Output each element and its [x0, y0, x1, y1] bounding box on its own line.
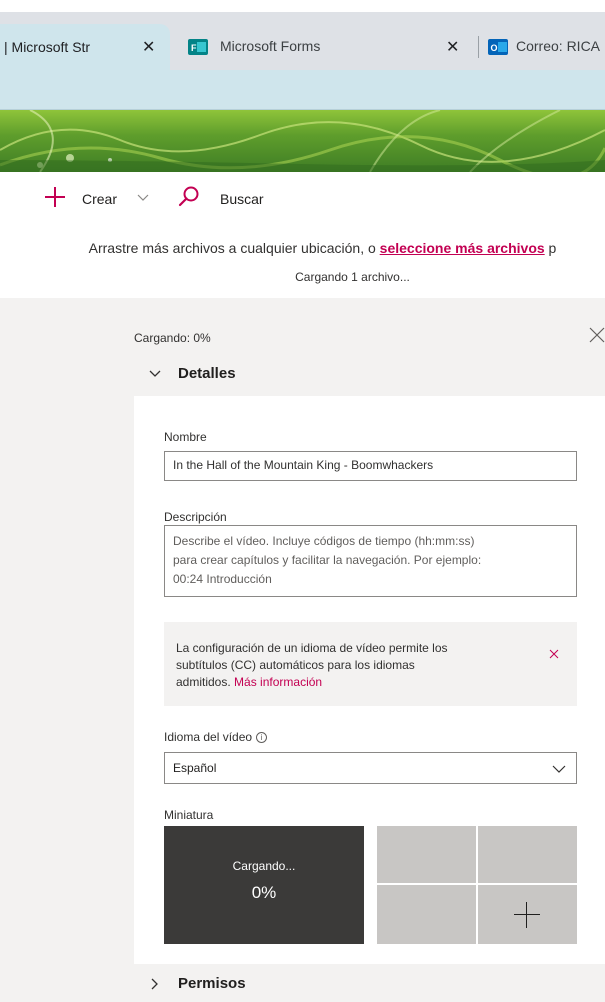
thumbnail-option[interactable] — [377, 885, 476, 944]
banner-pattern — [0, 110, 605, 172]
language-selected-value: Español — [173, 761, 217, 775]
header-banner — [0, 110, 605, 172]
more-info-link[interactable]: Más información — [234, 675, 322, 689]
tab-title: Correo: RICA — [516, 38, 601, 54]
outlook-app-icon: O — [488, 39, 508, 55]
command-toolbar: Crear Buscar — [0, 172, 605, 228]
chevron-right-icon — [148, 977, 162, 991]
description-placeholder-line: Describe el vídeo. Incluye códigos de ti… — [173, 534, 475, 548]
description-textarea[interactable]: Describe el vídeo. Incluye códigos de ti… — [164, 525, 577, 597]
notice-line: subtítulos (CC) automáticos para los idi… — [176, 658, 415, 672]
notice-text: La configuración de un idioma de vídeo p… — [176, 640, 546, 691]
forms-app-icon: F — [188, 39, 208, 55]
browser-tab-bar: | Microsoft Str ✕ F Microsoft Forms ✕ O … — [0, 12, 605, 70]
svg-text:O: O — [491, 43, 498, 53]
search-icon[interactable] — [176, 184, 202, 210]
tab-outlook-correo[interactable]: O Correo: RICA — [480, 24, 605, 70]
plus-icon[interactable] — [44, 186, 66, 208]
browser-address-bar[interactable] — [0, 70, 605, 110]
thumbnail-option[interactable] — [478, 826, 577, 883]
browser-top-strip — [0, 0, 605, 12]
search-button-label[interactable]: Buscar — [220, 191, 264, 207]
notice-line-text: admitidos. — [176, 675, 231, 689]
close-icon[interactable] — [549, 646, 559, 659]
permissions-section-label: Permisos — [178, 975, 246, 992]
name-label: Nombre — [164, 430, 207, 444]
upload-progress-label: Cargando: 0% — [134, 331, 211, 345]
notice-line: La configuración de un idioma de vídeo p… — [176, 641, 448, 655]
select-more-files-link[interactable]: seleccione más archivos — [380, 240, 545, 256]
tab-separator — [478, 36, 479, 58]
tab-microsoft-forms[interactable]: F Microsoft Forms ✕ — [176, 24, 470, 70]
chevron-down-icon[interactable] — [136, 190, 150, 204]
chevron-down-icon — [552, 763, 566, 775]
thumbnail-loading-tile: Cargando... 0% — [164, 826, 364, 944]
description-placeholder-line: 00:24 Introducción — [173, 572, 272, 586]
name-input[interactable]: In the Hall of the Mountain King - Boomw… — [164, 451, 577, 481]
notice-line-last: admitidos. Más información — [176, 674, 546, 691]
thumbnail-loading-percent: 0% — [251, 883, 277, 902]
language-notice: La configuración de un idioma de vídeo p… — [164, 622, 577, 706]
language-select[interactable]: Español — [164, 752, 577, 784]
chevron-down-icon — [148, 367, 162, 381]
language-label: Idioma del vídeo i — [164, 730, 268, 744]
create-button-label[interactable]: Crear — [82, 191, 117, 207]
close-icon[interactable] — [588, 326, 605, 344]
details-section-label: Detalles — [178, 365, 236, 382]
thumbnail-label: Miniatura — [164, 808, 214, 822]
drop-hint: Arrastre más archivos a cualquier ubicac… — [0, 240, 605, 256]
description-placeholder-line: para crear capítulos y facilitar la nave… — [173, 553, 482, 567]
tab-title: Microsoft Forms — [220, 38, 321, 54]
tab-close-icon[interactable]: ✕ — [142, 37, 155, 57]
info-icon[interactable]: i — [256, 732, 268, 743]
description-label: Descripción — [164, 510, 227, 524]
svg-text:F: F — [191, 43, 197, 53]
tab-microsoft-stream[interactable]: | Microsoft Str ✕ — [0, 24, 170, 70]
tab-title: | Microsoft Str — [4, 39, 91, 55]
drop-hint-text: Arrastre más archivos a cualquier ubicac… — [88, 240, 380, 256]
thumbnail-option[interactable] — [377, 826, 476, 883]
details-section-header[interactable]: Detalles — [134, 352, 605, 396]
language-label-text: Idioma del vídeo — [164, 730, 253, 744]
thumbnail-loading-text: Cargando... — [232, 859, 296, 873]
plus-icon[interactable] — [512, 900, 542, 930]
uploading-count: Cargando 1 archivo... — [295, 270, 410, 284]
permissions-section-header[interactable]: Permisos — [134, 964, 605, 1002]
drop-hint-suffix: p — [544, 240, 557, 256]
tab-close-icon[interactable]: ✕ — [446, 37, 459, 57]
